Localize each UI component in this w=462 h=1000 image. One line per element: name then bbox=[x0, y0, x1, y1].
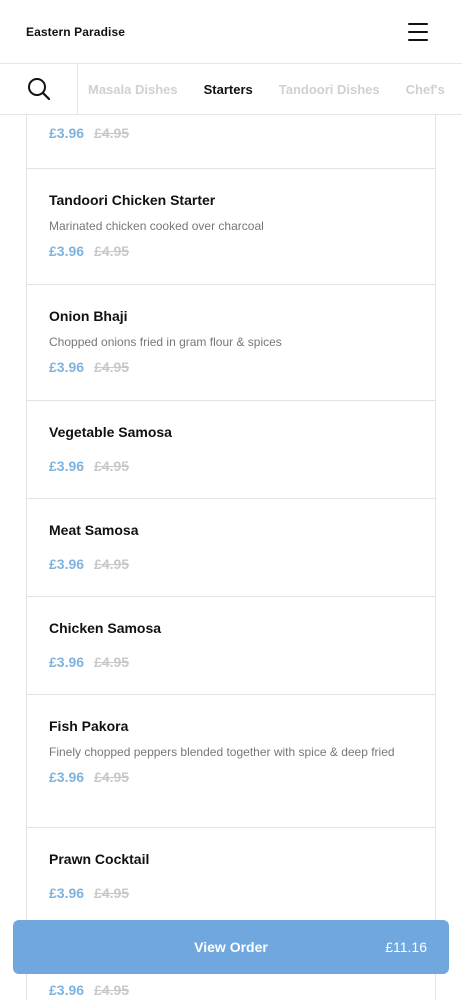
price: £3.96 bbox=[49, 769, 85, 785]
item-description: Finely chopped peppers blended together … bbox=[49, 745, 395, 759]
price-row: £3.96 £4.95 bbox=[49, 982, 413, 998]
menu-item[interactable]: Chicken Samosa £3.96 £4.95 bbox=[27, 597, 435, 695]
tab-starters[interactable]: Starters bbox=[204, 82, 253, 97]
item-name: Fish Pakora bbox=[49, 718, 129, 734]
price: £3.96 bbox=[49, 556, 85, 572]
price-row: £3.96 £4.95 bbox=[49, 769, 413, 785]
item-name: Prawn Cocktail bbox=[49, 851, 150, 867]
menu-item[interactable]: Fish Pakora Finely chopped peppers blend… bbox=[27, 695, 435, 828]
old-price: £4.95 bbox=[94, 359, 130, 375]
search-icon bbox=[27, 78, 50, 101]
price-row: £3.96 £4.95 bbox=[49, 556, 413, 572]
old-price: £4.95 bbox=[94, 458, 130, 474]
menu-item[interactable]: Tandoori Chicken Starter Marinated chick… bbox=[27, 169, 435, 285]
menu-item[interactable]: Vegetable Samosa £3.96 £4.95 bbox=[27, 401, 435, 499]
price-row: £3.96 £4.95 bbox=[49, 654, 413, 670]
price: £3.96 bbox=[49, 885, 85, 901]
price: £3.96 bbox=[49, 243, 85, 259]
item-name: Meat Samosa bbox=[49, 522, 139, 538]
old-price: £4.95 bbox=[94, 982, 130, 998]
old-price: £4.95 bbox=[94, 654, 130, 670]
menu-item[interactable]: Meat Samosa £3.96 £4.95 bbox=[27, 499, 435, 597]
item-name: Tandoori Chicken Starter bbox=[49, 192, 216, 208]
price: £3.96 bbox=[49, 982, 85, 998]
price-row: £3.96 £4.95 bbox=[49, 243, 413, 259]
price: £3.96 bbox=[49, 359, 85, 375]
price: £3.96 bbox=[49, 125, 85, 141]
price: £3.96 bbox=[49, 458, 85, 474]
category-bar: Masala Dishes Starters Tandoori Dishes C… bbox=[0, 64, 462, 115]
menu-item-list: £3.96 £4.95 Tandoori Chicken Starter Mar… bbox=[26, 88, 436, 1000]
price-row: £3.96 £4.95 bbox=[49, 359, 413, 375]
tab-tandoori-dishes[interactable]: Tandoori Dishes bbox=[279, 82, 380, 97]
price: £3.96 bbox=[49, 654, 85, 670]
top-bar: Eastern Paradise bbox=[0, 0, 462, 64]
item-name: Chicken Samosa bbox=[49, 620, 162, 636]
restaurant-name: Eastern Paradise bbox=[26, 24, 125, 39]
search-button[interactable] bbox=[0, 64, 78, 114]
item-description: Chopped onions fried in gram flour & spi… bbox=[49, 335, 282, 349]
old-price: £4.95 bbox=[94, 885, 130, 901]
tab-masala-dishes[interactable]: Masala Dishes bbox=[88, 82, 178, 97]
item-name: Vegetable Samosa bbox=[49, 424, 172, 440]
order-total: £11.16 bbox=[385, 939, 427, 955]
menu-item[interactable]: Prawn Cocktail £3.96 £4.95 bbox=[27, 828, 435, 926]
old-price: £4.95 bbox=[94, 125, 130, 141]
item-name: Onion Bhaji bbox=[49, 308, 128, 324]
old-price: £4.95 bbox=[94, 769, 130, 785]
view-order-button[interactable]: View Order £11.16 bbox=[13, 920, 449, 974]
view-order-label: View Order bbox=[194, 939, 268, 955]
menu-item[interactable]: Onion Bhaji Chopped onions fried in gram… bbox=[27, 285, 435, 401]
price-row: £3.96 £4.95 bbox=[49, 458, 413, 474]
old-price: £4.95 bbox=[94, 556, 130, 572]
category-tabs: Masala Dishes Starters Tandoori Dishes C… bbox=[78, 82, 462, 97]
tab-chefs[interactable]: Chef's bbox=[406, 82, 445, 97]
price-row: £3.96 £4.95 bbox=[49, 885, 413, 901]
hamburger-icon[interactable] bbox=[408, 22, 432, 41]
old-price: £4.95 bbox=[94, 243, 130, 259]
item-description: Marinated chicken cooked over charcoal bbox=[49, 219, 264, 233]
